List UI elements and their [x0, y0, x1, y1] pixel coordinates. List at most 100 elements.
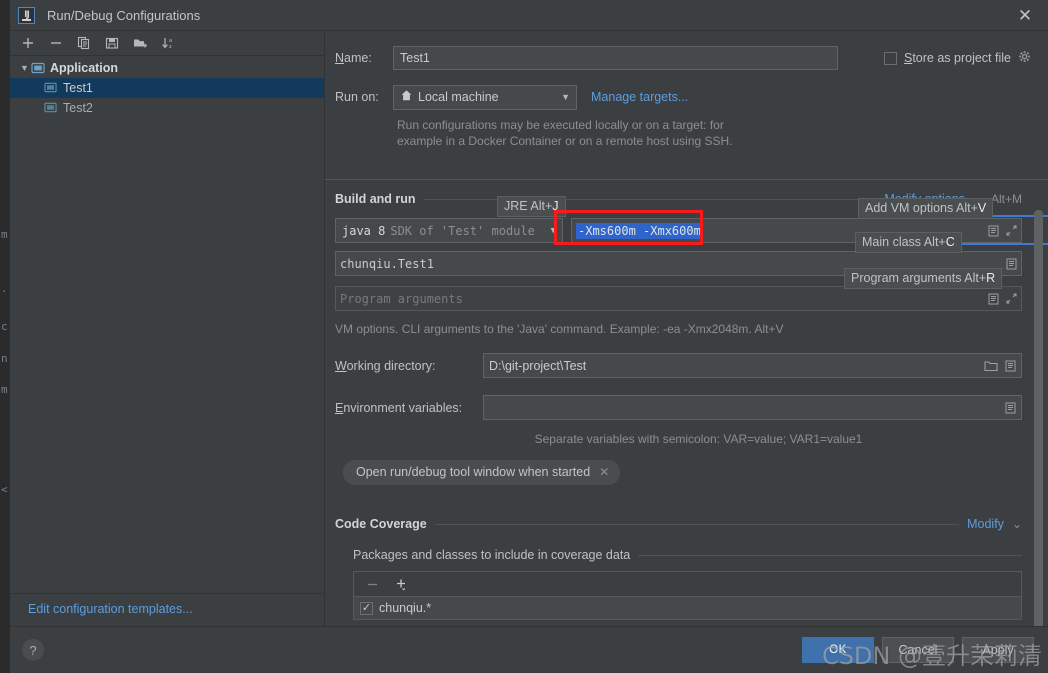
remove-package-button[interactable]: [364, 576, 380, 592]
coverage-packages-list[interactable]: chunqiu.*: [354, 597, 1021, 619]
dialog-body: a z ▼ Application Test1 Test2 Edit confi…: [10, 31, 1048, 626]
folder-browse-icon[interactable]: [984, 360, 998, 372]
configurations-tree[interactable]: ▼ Application Test1 Test2: [10, 56, 324, 593]
coverage-packages-title: Packages and classes to include in cover…: [353, 548, 631, 562]
store-as-project-file-checkbox[interactable]: [883, 51, 897, 65]
section-divider: [423, 198, 877, 200]
code-coverage-section-header: Code Coverage Modify ⌄: [335, 517, 1022, 531]
run-on-hint-line-2: example in a Docker Container or on a re…: [397, 134, 733, 148]
code-coverage-title: Code Coverage: [335, 517, 427, 531]
coverage-package-checkbox[interactable]: [360, 601, 373, 615]
environment-variables-label: Environment variables:: [335, 400, 463, 415]
store-as-project-file-row[interactable]: Store as project file: [883, 50, 1032, 67]
section-divider: [638, 554, 1022, 556]
code-coverage-chevron-down-icon[interactable]: ⌄: [1012, 517, 1022, 531]
open-tool-window-label: Open run/debug tool window when started: [356, 465, 591, 479]
hint-main-class: Main class Alt+C: [855, 232, 962, 253]
scrollbar-thumb[interactable]: [1034, 210, 1043, 626]
sidebar-item-test2[interactable]: Test2: [10, 98, 324, 118]
build-and-run-title: Build and run: [335, 192, 416, 206]
vm-options-expand-icon[interactable]: [1006, 225, 1017, 236]
tree-group-application[interactable]: ▼ Application: [10, 58, 324, 78]
program-arguments-expand-icon[interactable]: [1006, 293, 1017, 304]
program-arguments-input[interactable]: Program arguments: [335, 286, 1022, 311]
copy-configuration-button[interactable]: [76, 35, 92, 51]
remove-configuration-button[interactable]: [48, 35, 64, 51]
hint-add-vm-options: Add VM options Alt+V: [858, 198, 994, 219]
environment-variables-browse-icon[interactable]: [1005, 402, 1016, 414]
run-configuration-icon: [44, 81, 58, 95]
name-input[interactable]: Test1: [393, 46, 838, 70]
backdrop-glyph: c: [1, 320, 8, 333]
name-label: Name:: [335, 51, 372, 65]
save-configuration-button[interactable]: [104, 35, 120, 51]
open-tool-window-chip[interactable]: Open run/debug tool window when started …: [343, 460, 621, 485]
backdrop-glyph: n: [1, 352, 8, 365]
dialog-title: Run/Debug Configurations: [47, 7, 201, 23]
store-as-project-file-label: Store as project file: [903, 51, 1011, 65]
coverage-package-label: chunqiu.*: [379, 601, 432, 615]
code-coverage-modify-link[interactable]: Modify: [967, 517, 1004, 531]
environment-variables-input[interactable]: [483, 395, 1022, 420]
working-directory-label: Working directory:: [335, 358, 436, 373]
sort-az-icon[interactable]: a z: [160, 35, 176, 51]
apply-button[interactable]: Apply: [962, 637, 1034, 663]
name-row: Name: Test1 Store as project file: [335, 45, 1032, 71]
run-on-label: Run on:: [335, 90, 379, 104]
run-debug-configurations-dialog: IJ Run/Debug Configurations ✕ a z ▼ Appl…: [10, 0, 1048, 673]
run-configuration-icon: [44, 101, 58, 115]
hint-program-arguments: Program arguments Alt+R: [844, 268, 1003, 289]
backdrop-glyph: m: [1, 228, 8, 241]
coverage-packages-subheader: Packages and classes to include in cover…: [353, 548, 1022, 562]
working-directory-input[interactable]: D:\git-project\Test: [483, 353, 1022, 378]
working-directory-history-icon[interactable]: [1005, 360, 1016, 372]
backdrop-glyph: m: [1, 383, 8, 396]
add-configuration-button[interactable]: [20, 35, 36, 51]
help-button[interactable]: ?: [22, 639, 44, 661]
list-item[interactable]: chunqiu.*: [354, 597, 1021, 619]
chevron-down-icon[interactable]: ▼: [561, 92, 570, 102]
cancel-button[interactable]: Cancel: [882, 637, 954, 663]
run-on-value: Local machine: [418, 90, 499, 104]
vm-options-history-icon[interactable]: [988, 225, 999, 237]
folder-add-icon[interactable]: [132, 35, 148, 51]
coverage-packages-box: chunqiu.*: [353, 571, 1022, 620]
run-on-hint-line-1: Run configurations may be executed local…: [397, 118, 724, 132]
home-icon: [400, 89, 413, 105]
tree-item-label: Test1: [63, 81, 93, 95]
environment-variables-row: Environment variables:: [335, 395, 1022, 420]
sidebar-item-test1[interactable]: Test1: [10, 78, 324, 98]
tree-item-label: Test2: [63, 101, 93, 115]
section-divider: [434, 523, 960, 525]
edit-configuration-templates-link[interactable]: Edit configuration templates...: [10, 593, 324, 626]
vm-options-description: VM options. CLI arguments to the 'Java' …: [335, 322, 784, 336]
environment-variables-hint: Separate variables with semicolon: VAR=v…: [534, 432, 863, 446]
main-class-value: chunqiu.Test1: [340, 256, 434, 271]
run-on-select[interactable]: Local machine ▼: [393, 84, 577, 110]
svg-text:z: z: [169, 44, 172, 50]
application-icon: [31, 61, 45, 75]
dialog-titlebar: IJ Run/Debug Configurations ✕: [10, 0, 1048, 31]
add-package-button[interactable]: [394, 576, 410, 592]
gear-icon[interactable]: [1018, 50, 1032, 67]
dialog-footer: ? OK Cancel Apply CSDN @壹升茉莉清: [10, 626, 1048, 673]
jre-select[interactable]: java 8 SDK of 'Test' module ▼: [335, 218, 563, 243]
vm-options-value: -Xms600m -Xmx600m: [576, 222, 703, 239]
close-icon[interactable]: ✕: [599, 465, 609, 479]
close-icon[interactable]: ✕: [1002, 0, 1048, 31]
run-on-row: Run on: Local machine ▼ Manage targets..…: [335, 83, 1032, 111]
main-class-browse-icon[interactable]: [1006, 258, 1017, 270]
chevron-down-icon[interactable]: ▼: [18, 63, 31, 73]
backdrop-glyph: ·: [1, 285, 8, 298]
vertical-scrollbar[interactable]: [1034, 210, 1043, 626]
modify-options-shortcut: Alt+M: [990, 192, 1022, 206]
manage-targets-link[interactable]: Manage targets...: [591, 90, 688, 104]
ok-button[interactable]: OK: [802, 637, 874, 663]
settings-scroll-region: Build and run Modify options ⌄ Alt+M jav…: [325, 179, 1048, 626]
program-arguments-history-icon[interactable]: [988, 293, 999, 305]
configurations-panel: a z ▼ Application Test1 Test2 Edit confi…: [10, 31, 325, 626]
run-on-hint: Run configurations may be executed local…: [397, 117, 1032, 149]
chevron-down-icon[interactable]: ▼: [551, 226, 556, 236]
configurations-toolbar: a z: [10, 31, 324, 56]
backdrop-glyph: <: [1, 483, 8, 496]
